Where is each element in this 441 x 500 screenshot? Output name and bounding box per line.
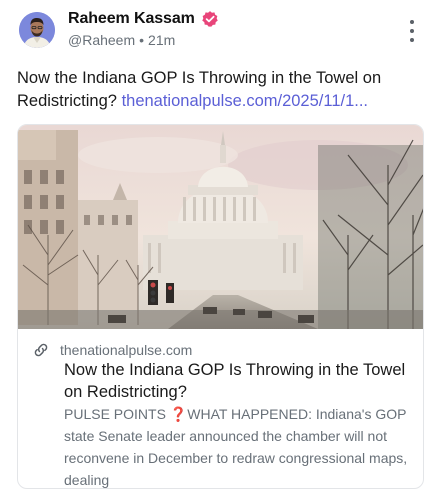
post-timestamp[interactable]: 21m (148, 32, 175, 48)
avatar-portrait-icon (19, 12, 55, 48)
meta-separator: • (139, 32, 145, 48)
link-icon (34, 343, 48, 357)
author-name-row: Raheem Kassam (68, 10, 219, 28)
verified-badge-icon (202, 11, 218, 27)
more-dot (410, 29, 414, 33)
card-description: PULSE POINTS ❓WHAT HAPPENED: Indiana's G… (64, 406, 408, 488)
post-body: Now the Indiana GOP Is Throwing in the T… (17, 67, 425, 113)
avatar[interactable] (19, 12, 55, 48)
card-title[interactable]: Now the Indiana GOP Is Throwing in the T… (64, 359, 414, 403)
more-dot (410, 20, 414, 24)
card-body: thenationalpulse.com Now the Indiana GOP… (18, 329, 423, 488)
more-vertical-icon[interactable] (405, 20, 419, 42)
author-handle[interactable]: @Raheem (68, 32, 135, 48)
more-dot (410, 38, 414, 42)
social-post: Raheem Kassam @Raheem • 21m Now the Indi… (0, 0, 441, 500)
card-domain: thenationalpulse.com (60, 342, 193, 358)
author-name[interactable]: Raheem Kassam (68, 10, 195, 28)
card-domain-row: thenationalpulse.com (32, 341, 192, 359)
link-preview-card[interactable]: thenationalpulse.com Now the Indiana GOP… (17, 124, 424, 489)
us-capitol-photo (18, 125, 423, 329)
post-link[interactable]: thenationalpulse.com/2025/11/1... (122, 92, 368, 110)
author-meta: @Raheem • 21m (68, 32, 175, 48)
